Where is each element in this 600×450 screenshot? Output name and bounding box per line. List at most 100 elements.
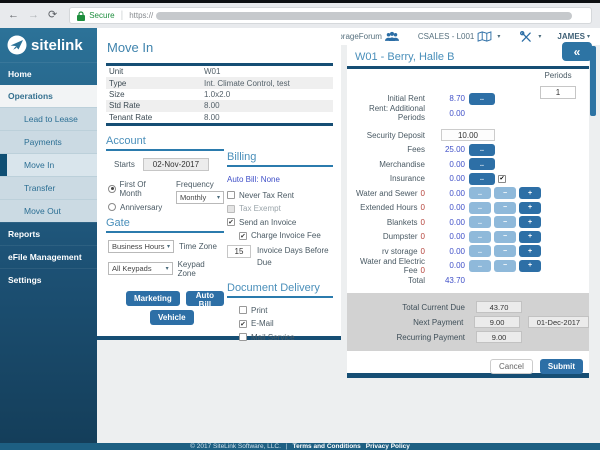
sidebar-item[interactable]: Transfer: [0, 176, 97, 199]
summary-label: Total Current Due: [347, 303, 465, 312]
ellipsis-button[interactable]: ..: [469, 231, 491, 243]
minus-button[interactable]: −: [494, 202, 516, 214]
radio-label: First Of Month: [120, 180, 167, 198]
storage-forum-link[interactable]: StorageForum: [331, 31, 402, 42]
user-menu[interactable]: JAMES ▾: [557, 32, 590, 41]
sidebar-nav: Home Operations Lead to Lease Payments M…: [0, 62, 97, 291]
checkbox-icon: [227, 191, 235, 199]
charge-row: Fees 25.00 ..: [347, 144, 589, 155]
sidebar-item[interactable]: Reports: [0, 222, 97, 245]
submit-button[interactable]: Submit: [540, 359, 583, 374]
sidebar-item[interactable]: Payments: [0, 130, 97, 153]
unit-info-label: Type: [106, 79, 204, 88]
sidebar-item[interactable]: Operations: [0, 85, 97, 107]
ellipsis-button[interactable]: ..: [469, 158, 495, 170]
summary-row: Total Current Due 43.70: [347, 300, 589, 315]
billing-checkbox-option[interactable]: Never Tax Rent: [227, 191, 333, 200]
frequency-select[interactable]: Monthly ▾: [176, 191, 224, 204]
ellipsis-button[interactable]: ..: [469, 93, 495, 105]
ellipsis-button[interactable]: ..: [469, 245, 491, 257]
sidebar-item[interactable]: Settings: [0, 268, 97, 291]
charge-row: Insurance 0.00 ..: [347, 173, 589, 184]
charge-row: Water and Electric Fee0 0.00 .. − +: [347, 260, 589, 271]
sidebar-item[interactable]: eFile Management: [0, 245, 97, 268]
gate-zone-select[interactable]: Business Hours ▾: [108, 240, 174, 253]
minus-button[interactable]: −: [494, 187, 516, 199]
billing-cycle-radios: First Of Month Anniversary: [108, 180, 166, 217]
total-row: Total 43.70: [347, 275, 589, 286]
delivery-checkbox-option[interactable]: Mail Service: [239, 333, 333, 342]
charge-row: Rent: Additional Periods 0.00: [347, 108, 589, 119]
site-selector[interactable]: CSALES - L001 ▾: [418, 31, 501, 42]
checkbox-icon: [227, 218, 235, 226]
invoice-days-input[interactable]: [227, 245, 251, 258]
page-title: Move In: [107, 40, 333, 55]
summary-amount-field: 9.00: [476, 331, 522, 343]
table-row: Std Rate 8.00: [106, 100, 333, 111]
minus-button[interactable]: −: [494, 231, 516, 243]
auto-bill-button[interactable]: Auto Bill: [186, 291, 224, 306]
plus-button[interactable]: +: [519, 216, 541, 228]
plus-button[interactable]: +: [519, 187, 541, 199]
plus-button[interactable]: +: [519, 202, 541, 214]
minus-button[interactable]: −: [494, 216, 516, 228]
ellipsis-button[interactable]: ..: [469, 187, 491, 199]
sidebar: sitelink Home Operations Lead to Lease P…: [0, 28, 97, 443]
terms-link[interactable]: Terms and Conditions: [293, 443, 361, 450]
plus-button[interactable]: +: [519, 245, 541, 257]
privacy-link[interactable]: Privacy Policy: [366, 443, 410, 450]
billing-checkbox-option[interactable]: Tax Exempt: [227, 204, 333, 213]
billing-checkbox-option[interactable]: Send an Invoice: [227, 218, 333, 227]
ellipsis-button[interactable]: ..: [469, 216, 491, 228]
address-bar[interactable]: Secure | https://: [69, 7, 592, 24]
sidebar-item[interactable]: Home: [0, 62, 97, 85]
plus-button[interactable]: +: [519, 231, 541, 243]
sidebar-item[interactable]: Move In: [0, 153, 97, 176]
sidebar-item[interactable]: Move Out: [0, 199, 97, 222]
tools-menu[interactable]: ▾: [516, 31, 541, 43]
minus-button[interactable]: −: [494, 245, 516, 257]
plus-button[interactable]: +: [519, 260, 541, 272]
ellipsis-button[interactable]: ..: [469, 202, 491, 214]
sidebar-item-label: Transfer: [24, 183, 55, 193]
invoice-days-label: Invoice Days Before Due: [257, 245, 333, 270]
browser-forward-icon[interactable]: →: [28, 10, 39, 21]
gate-zone-label: Keypad Zone: [178, 260, 224, 278]
delivery-checkbox-option[interactable]: E-Mail: [239, 319, 333, 328]
marketing-button[interactable]: Marketing: [126, 291, 180, 306]
auto-bill-status-link[interactable]: Auto Bill: None: [227, 175, 333, 184]
periods-input[interactable]: [540, 86, 576, 99]
ellipsis-button[interactable]: ..: [469, 260, 491, 272]
sidebar-item[interactable]: Lead to Lease: [0, 107, 97, 130]
charge-row: rv storage0 0.00 .. − +: [347, 246, 589, 257]
charge-value: 0.00: [429, 261, 465, 270]
charge-value: 0.00: [429, 189, 465, 198]
charge-amount-input[interactable]: 10.00: [441, 129, 495, 141]
gate-zone-value: All Keypads: [112, 264, 152, 273]
radio-option[interactable]: First Of Month: [108, 180, 166, 198]
minus-button[interactable]: −: [494, 260, 516, 272]
gate-zone-select[interactable]: All Keypads ▾: [108, 262, 173, 275]
ellipsis-button[interactable]: ..: [469, 173, 495, 185]
checkbox-icon: [239, 232, 247, 240]
checkbox-label: Never Tax Rent: [239, 191, 294, 200]
starts-date-input[interactable]: [143, 158, 209, 171]
insurance-checkbox[interactable]: [498, 175, 506, 183]
browser-back-icon[interactable]: ←: [8, 10, 19, 21]
copyright-text: © 2017 SiteLink Software, LLC.: [190, 443, 281, 450]
charges-panel-title: W01 - Berry, Halle B: [347, 45, 589, 69]
billing-options: Never Tax Rent Tax Exempt Send an Invoic…: [227, 191, 333, 241]
browser-refresh-icon[interactable]: ⟳: [48, 10, 57, 21]
logo-text: sitelink: [31, 37, 83, 54]
cancel-button[interactable]: Cancel: [490, 359, 533, 374]
billing-column: Billing Auto Bill: None Never Tax Rent T…: [224, 135, 333, 346]
billing-checkbox-option[interactable]: Charge Invoice Fee: [239, 231, 333, 240]
radio-option[interactable]: Anniversary: [108, 203, 166, 212]
collapse-panel-button[interactable]: «: [562, 42, 592, 61]
ellipsis-button[interactable]: ..: [469, 144, 495, 156]
total-label: Total: [355, 276, 425, 285]
sitelink-logo[interactable]: sitelink: [0, 28, 97, 62]
document-delivery-options: Print E-Mail Mail Service: [239, 306, 333, 342]
delivery-checkbox-option[interactable]: Print: [239, 306, 333, 315]
vehicle-button[interactable]: Vehicle: [150, 310, 194, 325]
